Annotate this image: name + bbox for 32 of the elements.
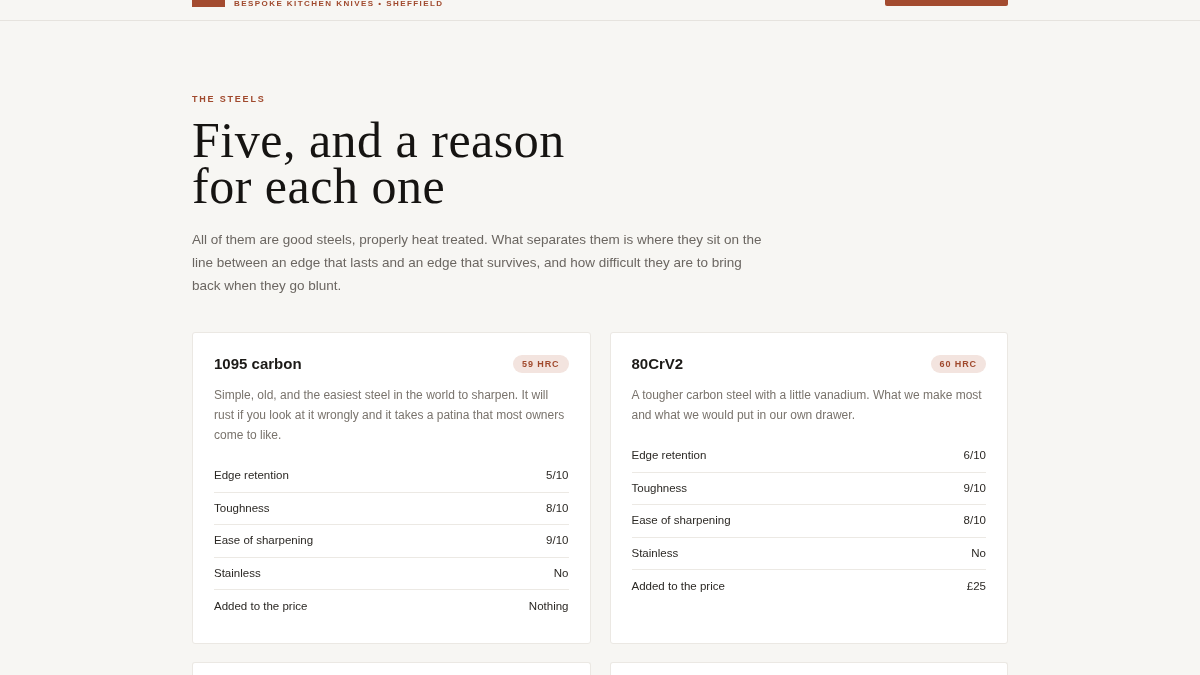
spec-value: 8/10	[963, 513, 986, 529]
spec-value: No	[553, 565, 569, 581]
spec-value: 6/10	[963, 448, 986, 464]
spec-label: Stainless	[631, 545, 679, 561]
hardness-badge: 59 HRC	[513, 355, 569, 373]
steel-name: 80CrV2	[631, 354, 684, 374]
steel-description: Simple, old, and the easiest steel in the world to sharpen. It will rust if you look at it wrongly and it takes a patina that most owners come to like.	[214, 387, 566, 444]
steel-description: A tougher carbon steel with a little vanadium. What we make most and what we would put in our own drawer.	[631, 387, 983, 424]
spec-value: Nothing	[528, 598, 569, 614]
steel-name: 1095 carbon	[214, 354, 302, 374]
spec-label: Stainless	[214, 565, 261, 581]
spec-label: Ease of sharpening	[214, 533, 314, 549]
section-heading: Five, and a reason for each one	[192, 117, 565, 209]
spec-value: 9/10	[963, 480, 986, 496]
tagline: BESPOKE KITCHEN KNIVES • SHEFFIELD	[234, 0, 444, 8]
spec-value: 9/10	[546, 533, 569, 549]
spec-label: Ease of sharpening	[631, 513, 731, 529]
spec-value: 5/10	[546, 468, 569, 484]
section-eyebrow: THE STEELS	[192, 94, 266, 104]
intro-paragraph: All of them are good steels, properly heat treated. What separates them is where they sit on the line between an edge that lasts and an edge that survives, and how difficult they are to bring back when they go blunt.	[192, 231, 763, 295]
header-button[interactable]	[885, 0, 1008, 6]
hardness-badge: 60 HRC	[930, 355, 986, 373]
logo-mark[interactable]	[192, 0, 225, 7]
spec-value: £25	[966, 578, 986, 594]
spec-value: 8/10	[546, 500, 569, 516]
spec-label: Toughness	[631, 480, 688, 496]
spec-label: Edge retention	[214, 468, 289, 484]
spec-value: No	[971, 545, 986, 561]
spec-label: Added to the price	[214, 598, 308, 614]
spec-label: Edge retention	[631, 448, 707, 464]
spec-label: Toughness	[214, 500, 270, 516]
spec-label: Added to the price	[631, 578, 725, 594]
